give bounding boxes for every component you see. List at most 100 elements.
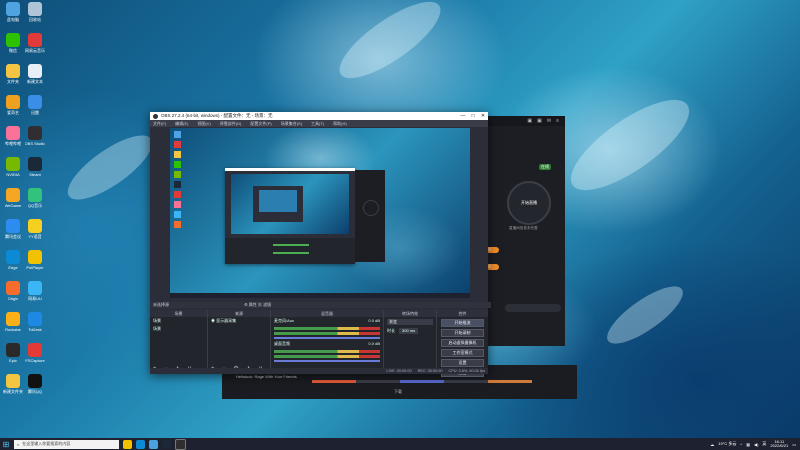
steam-icon[interactable] [162,439,171,449]
shortcut-label: 网易UU [28,296,42,301]
transition-duration: 时长 300 ms [384,327,436,335]
shortcut-label: Edge [8,265,18,270]
transition-type-select[interactable]: 渐变 [387,319,433,325]
transition-duration-input[interactable]: 300 ms [399,328,419,334]
taskbar-search-input[interactable]: ⌕ 在这里输入你要搜索的内容 [14,439,119,449]
start-recording-button[interactable]: 开始录制 [441,329,484,337]
menu-docks[interactable]: 停靠部件(D) [220,121,242,127]
cpu-fps: CPU: 0.8%, 60.00 fps [448,369,485,373]
desktop-shortcut[interactable]: OBS Studio [22,126,48,146]
app2-info-text: 直播间信息未完善 [509,226,538,230]
volume-slider[interactable] [274,337,380,339]
menu-edit[interactable]: 编辑(E) [175,121,188,127]
streaming-app-window[interactable]: ▣ ▣ ✉ ≡ 在线 开始直播 直播间信息未完善 标签 标签 [485,116,565,346]
scene-item[interactable]: 场景 [150,325,207,333]
shortcut-icon [28,343,42,357]
shortcut-icon [28,64,42,78]
sources-dock-header: 来源 [208,310,270,317]
edge-icon[interactable] [136,439,145,449]
mixer-channel-name: 麦克风/Aux [274,318,295,323]
menu-tools[interactable]: 工具(T) [311,121,324,127]
notification-icon[interactable]: ▭ [792,442,796,447]
menu-help[interactable]: 帮助(H) [333,121,347,127]
weather-text[interactable]: 19°C 多云 [718,441,736,447]
chevron-up-icon[interactable]: ^ [740,442,742,447]
source-properties-filters[interactable]: ⚙ 属性 ▦ 滤镜 [244,302,271,308]
shortcut-icon [6,343,20,357]
menu-profile[interactable]: 配置文件(P) [250,121,271,127]
source-toolbar: 未选择源 ⚙ 属性 ▦ 滤镜 [150,302,491,308]
shortcut-label: 回收站 [29,17,41,22]
sources-dock: 来源 ◉ 显示器采集 + − ⚙ ∧ ∨ [208,310,271,374]
shortcut-label: Epic [9,358,17,363]
preview-desktop-icons [170,128,186,293]
scene-item[interactable]: 场景 [150,317,207,325]
volume-icon[interactable]: ◀) [754,442,758,447]
minimize-button[interactable]: — [458,113,468,119]
weather-icon[interactable]: ☁ [710,442,714,447]
clock[interactable]: 16:11 2022/6/21 [770,439,788,449]
desktop-shortcut[interactable]: QQ音乐 [22,188,48,208]
store-icon[interactable] [149,439,158,449]
desktop-shortcut[interactable]: Steam [22,157,48,177]
shop-icon[interactable]: ▣ [537,118,542,124]
mixer-channel: 麦克风/Aux 0.0 dB [271,317,383,325]
controls-dock: 控件 开始推流 开始录制 启动虚拟摄像机 工作室模式 设置 退出 [437,310,488,377]
no-source-label: 未选择源 [153,302,169,307]
desktop-shortcut[interactable]: 腾讯QQ [22,374,48,394]
transitions-dock-header: 转场特效 [384,310,436,317]
menu-icon[interactable]: ≡ [556,118,559,124]
preview-nested-app2 [355,170,385,262]
start-streaming-button[interactable]: 开始推流 [441,319,484,327]
shortcut-icon [6,95,20,109]
app2-start-live-button[interactable]: 开始直播 [507,181,551,225]
shortcut-label: YY语音 [28,234,42,239]
desktop-shortcut[interactable]: ToDesk [22,312,48,332]
obs-titlebar[interactable]: OBS 27.2.4 (64-bit, windows) - 配置文件：无 - … [150,112,488,120]
desktop-shortcut[interactable]: 网易云音乐 [22,33,48,53]
obs-window[interactable]: OBS 27.2.4 (64-bit, windows) - 配置文件：无 - … [150,112,491,377]
app2-input-bar[interactable] [505,304,561,312]
app3-game-title: Hellstuck: Rage With Your Friends [236,374,297,379]
desktop-shortcut[interactable]: FSCapture [22,343,48,363]
desktop-shortcut[interactable]: YY语音 [22,219,48,239]
gift-icon[interactable]: ▣ [527,118,532,124]
shortcut-label: FSCapture [25,358,45,363]
input-language[interactable]: 英 [762,441,766,447]
maximize-button[interactable]: □ [468,113,478,119]
desktop-shortcut[interactable]: 迅雷 [22,95,48,115]
shortcut-icon [28,250,42,264]
volume-slider[interactable] [274,360,380,362]
studio-mode-button[interactable]: 工作室模式 [441,349,484,357]
desktop-shortcut[interactable]: PotPlayer [22,250,48,270]
desktop-shortcut[interactable]: 网易UU [22,281,48,301]
desktop-shortcut[interactable]: 新建文本 [22,64,48,84]
shortcut-icon [28,2,42,16]
obs-taskbar-icon[interactable] [175,438,186,450]
start-virtual-camera-button[interactable]: 启动虚拟摄像机 [441,339,484,347]
audio-meter [274,355,380,358]
mixer-channel-level: 0.0 dB [368,341,380,346]
source-item[interactable]: ◉ 显示器采集 [208,317,270,325]
taskbar-search-placeholder: 在这里输入你要搜索的内容 [22,441,71,446]
search-icon: ⌕ [17,441,20,447]
obs-preview-canvas[interactable] [170,128,470,298]
preview-nested-obs [225,168,355,264]
shortcut-label: Rockstar [5,327,21,332]
menu-view[interactable]: 视图(V) [197,121,210,127]
shortcut-label: 迅雷 [31,110,39,115]
mail-icon[interactable]: ✉ [547,118,551,124]
menu-file[interactable]: 文件(F) [153,121,166,127]
close-button[interactable]: ✕ [478,113,488,119]
shortcut-icon [6,219,20,233]
app3-bottom-label[interactable]: 下载 [394,389,402,395]
menu-scene-collection[interactable]: 场景集合(S) [281,121,302,127]
windows-start-icon[interactable]: ⊞ [0,438,12,450]
network-icon[interactable]: ▦ [746,442,750,447]
wallpaper-streak [599,276,691,354]
desktop-shortcut[interactable]: 回收站 [22,2,48,22]
file-explorer-icon[interactable] [123,439,132,449]
live-timer: LIVE: 00:00:00 [386,369,412,373]
settings-button[interactable]: 设置 [441,359,484,367]
shortcut-icon [6,374,20,388]
